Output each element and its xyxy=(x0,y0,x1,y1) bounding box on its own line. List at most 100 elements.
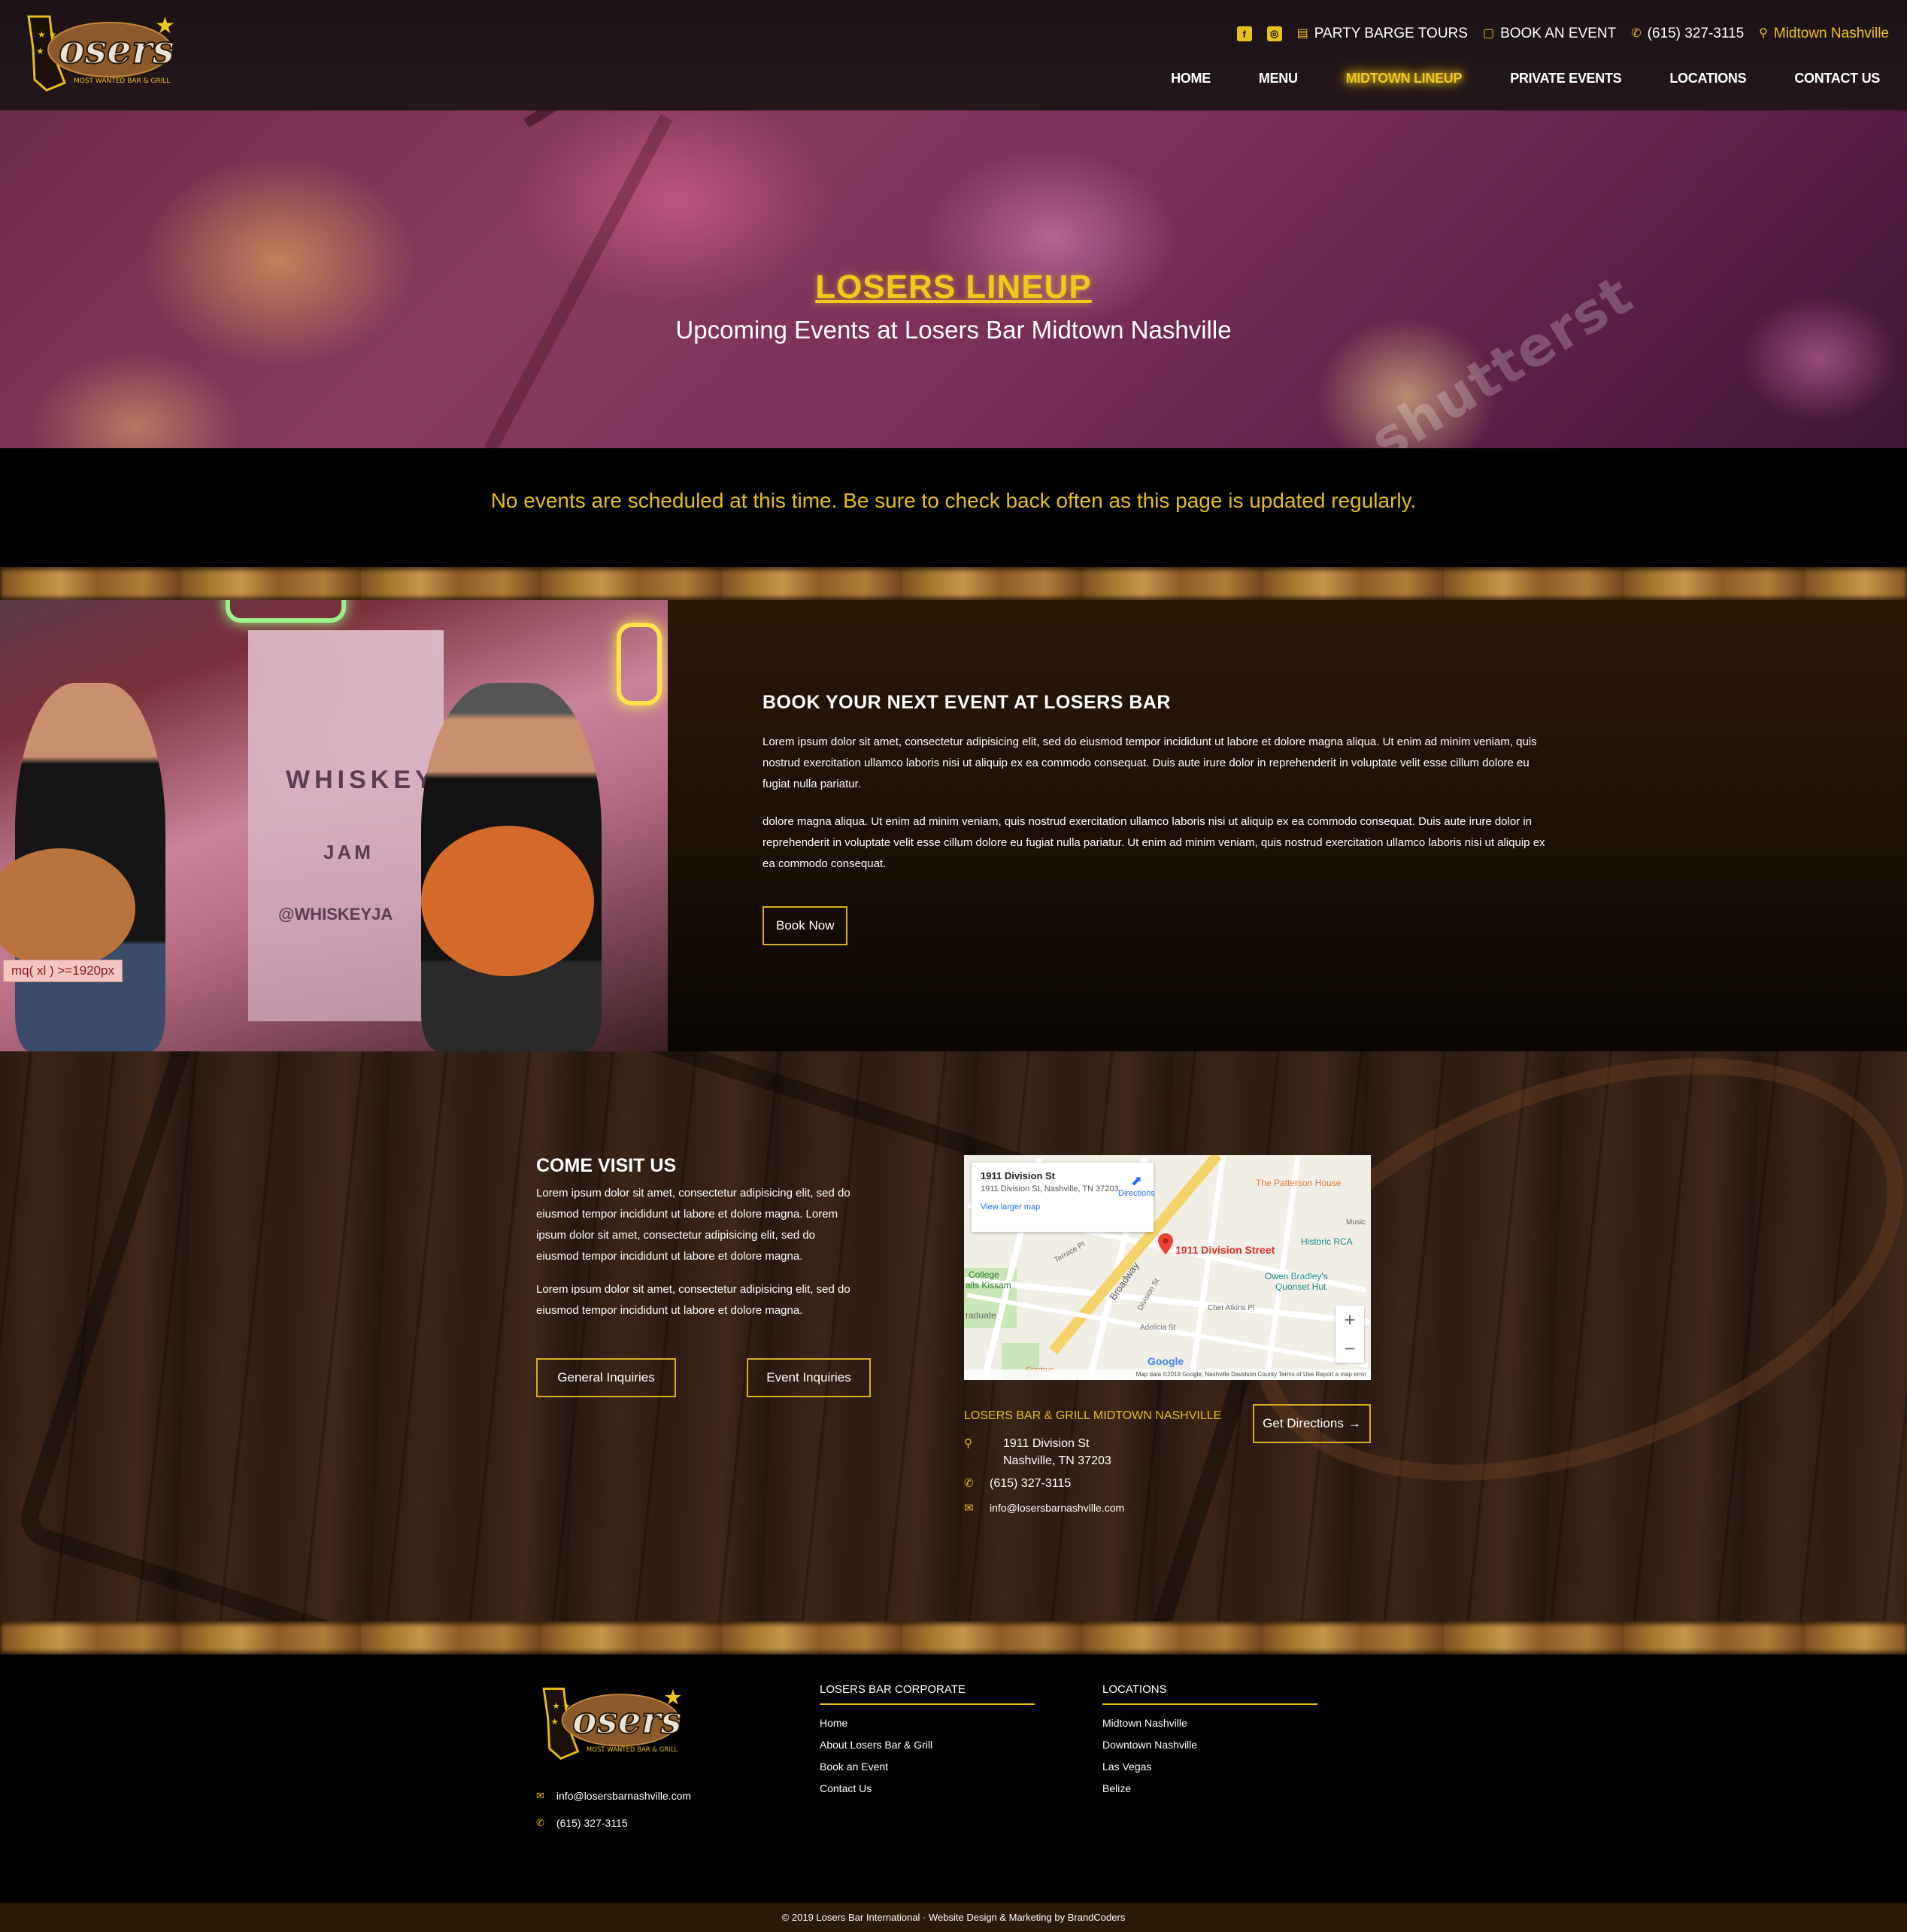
wood-divider xyxy=(0,1621,1907,1654)
footer-link-contact[interactable]: Contact Us xyxy=(820,1782,1035,1794)
map-label: Adelicia St xyxy=(1140,1324,1176,1332)
map-pin-label: 1911 Division Street xyxy=(1175,1244,1275,1256)
envelope-icon: ✉ xyxy=(964,1502,974,1515)
map-attribution: Map data ©2019 Google, Nashville Davidso… xyxy=(964,1369,1371,1380)
party-barge-link[interactable]: ▤ PARTY BARGE TOURS xyxy=(1297,26,1468,42)
google-logo: Google xyxy=(1148,1355,1184,1367)
map-directions-label: Directions xyxy=(1118,1189,1155,1198)
get-directions-button[interactable]: Get Directions → xyxy=(1253,1404,1371,1443)
nav-private-events[interactable]: PRIVATE EVENTS xyxy=(1510,71,1621,86)
svg-text:★: ★ xyxy=(663,1685,682,1709)
copyright-bar: © 2019 Losers Bar International · Websit… xyxy=(0,1903,1907,1932)
map-zoom-control: + − xyxy=(1336,1306,1364,1363)
map-label: Quonset Hut xyxy=(1275,1281,1326,1292)
map-directions-link[interactable]: ⬈ Directions xyxy=(1118,1173,1155,1198)
map-pin-icon: ⚲ xyxy=(1759,27,1768,40)
instagram-icon[interactable]: ◎ xyxy=(1266,26,1282,41)
footer-link-belize[interactable]: Belize xyxy=(1102,1782,1317,1794)
nav-home[interactable]: HOME xyxy=(1171,71,1211,86)
footer-email-text: info@losersbarnashville.com xyxy=(556,1790,692,1802)
address-line2: Nashville, TN 37203 xyxy=(1003,1454,1111,1467)
phone-label: (615) 327-3115 xyxy=(1647,26,1745,41)
footer-email[interactable]: ✉ info@losersbarnashville.com xyxy=(536,1790,691,1802)
wall-sign-text: JAM xyxy=(323,841,374,863)
contact-email-text: info@losersbarnashville.com xyxy=(990,1502,1125,1514)
footer-link-book-event[interactable]: Book an Event xyxy=(820,1761,1035,1773)
losers-logo[interactable]: ★ ★ ★ ★ osers ★ MOST WANTED BAR & GRILL xyxy=(21,11,179,95)
book-now-button[interactable]: Book Now xyxy=(762,906,848,945)
footer-link-midtown[interactable]: Midtown Nashville xyxy=(1102,1717,1317,1729)
book-event-section: WHISKEY JAM @WHISKEYJA mq( xl ) >=1920px… xyxy=(0,600,1907,1051)
phone-icon: ✆ xyxy=(1631,27,1642,40)
book-title: BOOK YOUR NEXT EVENT AT LOSERS BAR xyxy=(762,692,1171,713)
visit-paragraph: Lorem ipsum dolor sit amet, consectetur … xyxy=(536,1187,850,1263)
footer-column-title: LOCATIONS xyxy=(1102,1683,1317,1705)
envelope-icon: ✉ xyxy=(536,1790,544,1801)
wood-divider xyxy=(0,567,1907,600)
footer-phone-text: (615) 327-3115 xyxy=(556,1817,628,1829)
footer-link-downtown[interactable]: Downtown Nashville xyxy=(1102,1739,1317,1751)
nav-midtown-lineup[interactable]: MIDTOWN LINEUP xyxy=(1346,71,1463,86)
map-pin-icon: ⚲ xyxy=(964,1437,972,1450)
svg-text:★: ★ xyxy=(155,13,175,39)
hero-banner: shutterst LOSERS LINEUP Upcoming Events … xyxy=(0,111,1907,448)
contact-address: ⚲ 1911 Division St Nashville, TN 37203 xyxy=(964,1435,1111,1469)
directions-icon: ⬈ xyxy=(1130,1173,1142,1188)
footer-phone[interactable]: ✆ (615) 327-3115 xyxy=(536,1817,628,1829)
visit-title: COME VISIT US xyxy=(536,1155,677,1176)
phone-icon: ✆ xyxy=(964,1477,974,1490)
no-events-message: No events are scheduled at this time. Be… xyxy=(490,489,1417,512)
nav-contact-us[interactable]: CONTACT US xyxy=(1794,71,1880,86)
page-subtitle: Upcoming Events at Losers Bar Midtown Na… xyxy=(675,316,1232,344)
wall-handle-text: @WHISKEYJA xyxy=(278,905,393,924)
view-larger-map-link[interactable]: View larger map xyxy=(981,1203,1145,1212)
footer-logo[interactable]: ★ ★ ★ ★ osers ★ MOST WANTED BAR & GRILL xyxy=(536,1683,687,1763)
location-link[interactable]: ⚲ Midtown Nashville xyxy=(1759,26,1889,42)
guitar-right xyxy=(421,826,594,976)
book-event-label: BOOK AN EVENT xyxy=(1500,26,1617,41)
nav-menu[interactable]: MENU xyxy=(1259,71,1298,86)
nav-locations[interactable]: LOCATIONS xyxy=(1669,71,1746,86)
location-label: Midtown Nashville xyxy=(1773,26,1889,41)
whiskey-jam-wall xyxy=(248,630,444,1021)
map-label: Terrace Pl xyxy=(1053,1240,1087,1265)
zoom-out-button[interactable]: − xyxy=(1336,1334,1364,1363)
visit-section: COME VISIT US Lorem ipsum dolor sit amet… xyxy=(0,1051,1907,1621)
general-inquiries-button[interactable]: General Inquiries xyxy=(536,1358,676,1397)
arrow-right-icon: → xyxy=(1348,1416,1361,1430)
address-block: 1911 Division St Nashville, TN 37203 xyxy=(990,1435,1111,1469)
footer-link-about[interactable]: About Losers Bar & Grill xyxy=(820,1739,1035,1751)
zoom-in-button[interactable]: + xyxy=(1336,1306,1364,1334)
visit-content: COME VISIT US Lorem ipsum dolor sit amet… xyxy=(536,1155,860,1333)
book-content: BOOK YOUR NEXT EVENT AT LOSERS BAR Lorem… xyxy=(762,692,1552,945)
contact-email[interactable]: ✉ info@losersbarnashville.com xyxy=(964,1500,1124,1517)
band-photo: WHISKEY JAM @WHISKEYJA mq( xl ) >=1920px xyxy=(0,600,668,1051)
footer-locations-column: LOCATIONS Midtown Nashville Downtown Nas… xyxy=(1102,1683,1317,1804)
phone-link[interactable]: ✆ (615) 327-3115 xyxy=(1631,26,1744,42)
footer-column-title: LOSERS BAR CORPORATE xyxy=(820,1683,1035,1705)
map-label: raduate xyxy=(966,1310,996,1321)
map-label: Historic RCA xyxy=(1301,1236,1353,1247)
breakpoint-badge: mq( xl ) >=1920px xyxy=(3,960,123,982)
calendar-icon: ▢ xyxy=(1482,27,1495,40)
svg-text:MOST WANTED BAR & GRILL: MOST WANTED BAR & GRILL xyxy=(74,77,170,85)
footer-link-home[interactable]: Home xyxy=(820,1717,1035,1729)
phone-icon: ✆ xyxy=(536,1817,544,1828)
map-pin-icon[interactable] xyxy=(1158,1233,1173,1254)
site-header: ★ ★ ★ ★ osers ★ MOST WANTED BAR & GRILL … xyxy=(0,0,1907,111)
neon-sign xyxy=(226,600,346,623)
book-event-link[interactable]: ▢ BOOK AN EVENT xyxy=(1483,26,1616,42)
book-paragraph: dolore magna aliqua. Ut enim ad minim ve… xyxy=(762,815,1545,870)
map-info-card: 1911 Division St 1911 Division St, Nashv… xyxy=(972,1163,1155,1232)
main-nav: HOME MENU MIDTOWN LINEUP PRIVATE EVENTS … xyxy=(1171,71,1880,86)
google-map[interactable]: The Patterson House Historic RCA Owen Br… xyxy=(964,1155,1371,1380)
book-paragraph: Lorem ipsum dolor sit amet, consectetur … xyxy=(762,735,1537,790)
event-inquiries-button[interactable]: Event Inquiries xyxy=(747,1358,871,1397)
location-name: LOSERS BAR & GRILL MIDTOWN NASHVILLE xyxy=(964,1409,1222,1422)
neon-sign xyxy=(617,623,662,705)
footer-link-las-vegas[interactable]: Las Vegas xyxy=(1102,1761,1317,1773)
footer-corporate-column: LOSERS BAR CORPORATE Home About Losers B… xyxy=(820,1683,1035,1804)
address-line1: 1911 Division St xyxy=(1003,1437,1090,1450)
contact-phone[interactable]: ✆ (615) 327-3115 xyxy=(964,1475,1071,1492)
facebook-icon[interactable]: f xyxy=(1236,26,1252,41)
